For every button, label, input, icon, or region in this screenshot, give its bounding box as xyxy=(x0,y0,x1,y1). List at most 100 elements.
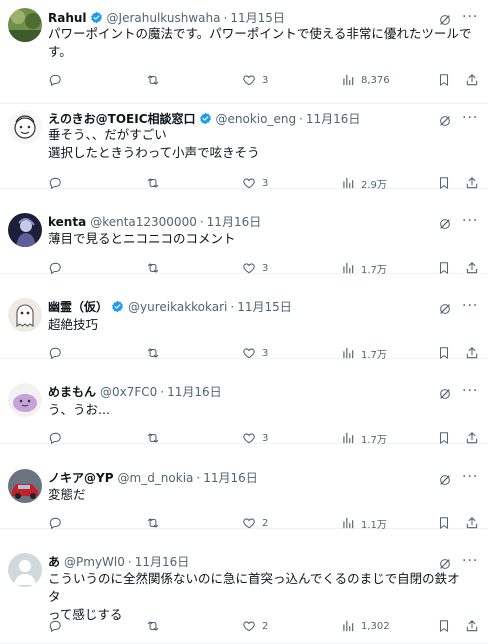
tweet-text: 変態だ xyxy=(48,486,472,504)
author-handle[interactable]: @yureikakkokari xyxy=(128,300,227,314)
more-icon[interactable]: ··· xyxy=(462,214,478,230)
reply-button[interactable] xyxy=(48,72,68,88)
more-icon[interactable]: ··· xyxy=(462,384,478,400)
tweet[interactable]: ノキア@YP @m_d_nokia · 11月16日 ··· 変態だ 2 1.1万 xyxy=(0,444,488,531)
more-icon[interactable]: ··· xyxy=(462,111,478,127)
verified-badge-icon xyxy=(199,112,212,125)
reply-icon xyxy=(48,176,62,190)
retweet-icon xyxy=(146,619,160,633)
views-button[interactable]: 1,302 xyxy=(341,618,390,634)
like-count: 2 xyxy=(262,620,269,632)
timestamp[interactable]: 11月16日 xyxy=(135,555,190,569)
avatar[interactable] xyxy=(8,8,42,42)
grok-icon[interactable] xyxy=(438,113,452,127)
tweet[interactable]: あ @PmyWl0 · 11月16日 ··· こういうのに全然関係ないのに急に首突っ込んで… xyxy=(0,529,488,644)
reply-icon xyxy=(48,73,62,87)
author-handle[interactable]: @0x7FC0 xyxy=(100,385,157,399)
tweet-text: う、うお... xyxy=(48,401,472,419)
separator-dot: · xyxy=(127,555,132,569)
tweet[interactable]: kenta @kenta12300000 · 11月16日 ··· 薄目で見るとニコニコの… xyxy=(0,189,488,276)
author-name[interactable]: 幽霊（仮） xyxy=(48,300,108,314)
more-icon[interactable]: ··· xyxy=(462,470,478,486)
like-button[interactable]: 3 xyxy=(242,72,268,88)
share-icon xyxy=(465,431,479,445)
author-name[interactable]: Rahul xyxy=(48,11,87,25)
author-handle[interactable]: @m_d_nokia xyxy=(118,471,194,485)
share-icon xyxy=(465,176,479,190)
like-icon xyxy=(242,261,256,275)
like-icon xyxy=(242,431,256,445)
tweet-text: 超絶技巧 xyxy=(48,316,472,334)
grok-icon[interactable] xyxy=(438,472,452,486)
author-name[interactable]: めまもん xyxy=(48,385,96,399)
timestamp[interactable]: 11月16日 xyxy=(306,112,361,126)
tweet-text-line: 垂そう、、だがすごい xyxy=(48,127,167,142)
like-icon xyxy=(242,619,256,633)
timestamp[interactable]: 11月16日 xyxy=(203,471,258,485)
views-count: 8,376 xyxy=(361,74,390,86)
author-name[interactable]: ノキア@YP xyxy=(48,471,114,485)
grok-icon[interactable] xyxy=(438,216,452,230)
views-icon xyxy=(341,431,355,445)
avatar[interactable] xyxy=(8,298,42,332)
more-icon[interactable]: ··· xyxy=(462,554,478,570)
tweet[interactable]: 幽霊（仮） @yureikakkokari · 11月15日 ··· 超絶技巧 3 1.7万 xyxy=(0,274,488,361)
tweet[interactable]: Rahul @Jerahulkushwaha · 11月15日 ··· パワーポイントの魔… xyxy=(0,0,488,104)
author-handle[interactable]: @Jerahulkushwaha xyxy=(107,11,221,25)
more-icon[interactable]: ··· xyxy=(462,10,478,26)
author-name[interactable]: えのきお@TOEIC相談窓口 xyxy=(48,112,196,126)
like-button[interactable]: 2 xyxy=(242,618,268,634)
separator-dot: · xyxy=(230,300,235,314)
author-handle[interactable]: @enokio_eng xyxy=(216,112,297,126)
reply-button[interactable] xyxy=(48,618,68,634)
more-icon[interactable]: ··· xyxy=(462,299,478,315)
avatar[interactable] xyxy=(8,110,42,144)
avatar[interactable] xyxy=(8,553,42,587)
grok-icon[interactable] xyxy=(438,12,452,26)
tweet-text-line: 薄目で見るとニコニコのコメント xyxy=(48,231,236,246)
retweet-button[interactable] xyxy=(146,618,166,634)
views-icon xyxy=(341,261,355,275)
tweet[interactable]: えのきお@TOEIC相談窓口 @enokio_eng · 11月16日 ··· 垂そう、、… xyxy=(0,104,488,191)
bookmark-button[interactable] xyxy=(437,618,451,634)
share-button[interactable] xyxy=(465,618,479,634)
views-count: 1,302 xyxy=(361,620,390,632)
reply-icon xyxy=(48,431,62,445)
grok-icon[interactable] xyxy=(438,301,452,315)
tweet-header: 幽霊（仮） @yureikakkokari · 11月15日 xyxy=(48,298,434,316)
verified-badge-icon xyxy=(111,300,124,313)
tweet-text-line: 変態だ xyxy=(48,487,86,502)
avatar[interactable] xyxy=(8,469,42,503)
bookmark-button[interactable] xyxy=(437,72,451,88)
avatar[interactable] xyxy=(8,383,42,417)
tweet[interactable]: めまもん @0x7FC0 · 11月16日 ··· う、うお... 3 1.7万 xyxy=(0,359,488,446)
timestamp[interactable]: 11月15日 xyxy=(230,11,285,25)
author-name[interactable]: kenta xyxy=(48,215,86,229)
separator-dot: · xyxy=(299,112,303,126)
share-icon xyxy=(465,516,479,530)
like-count: 2 xyxy=(262,517,269,529)
tweet-text-line: こういうのに全然関係ないのに急に首突っ込んでくるのまじで自閉の鉄オタ xyxy=(48,571,460,604)
reply-icon xyxy=(48,346,62,360)
grok-icon[interactable] xyxy=(438,556,452,570)
timestamp[interactable]: 11月16日 xyxy=(207,215,262,229)
bookmark-icon xyxy=(437,431,451,445)
views-icon xyxy=(341,176,355,190)
timestamp[interactable]: 11月16日 xyxy=(167,385,222,399)
views-button[interactable]: 8,376 xyxy=(341,72,390,88)
tweet-header: ノキア@YP @m_d_nokia · 11月16日 xyxy=(48,469,434,487)
tweet-header: めまもん @0x7FC0 · 11月16日 xyxy=(48,383,434,401)
tweet-text-line: う、うお... xyxy=(48,402,110,417)
reply-icon xyxy=(48,516,62,530)
retweet-button[interactable] xyxy=(146,72,166,88)
author-handle[interactable]: @kenta12300000 xyxy=(90,215,197,229)
grok-icon[interactable] xyxy=(438,386,452,400)
timestamp[interactable]: 11月15日 xyxy=(237,300,292,314)
retweet-icon xyxy=(146,261,160,275)
bookmark-icon xyxy=(437,176,451,190)
share-button[interactable] xyxy=(465,72,479,88)
author-handle[interactable]: @PmyWl0 xyxy=(64,555,125,569)
like-count: 3 xyxy=(262,347,269,359)
avatar[interactable] xyxy=(8,213,42,247)
author-name[interactable]: あ xyxy=(48,555,60,569)
